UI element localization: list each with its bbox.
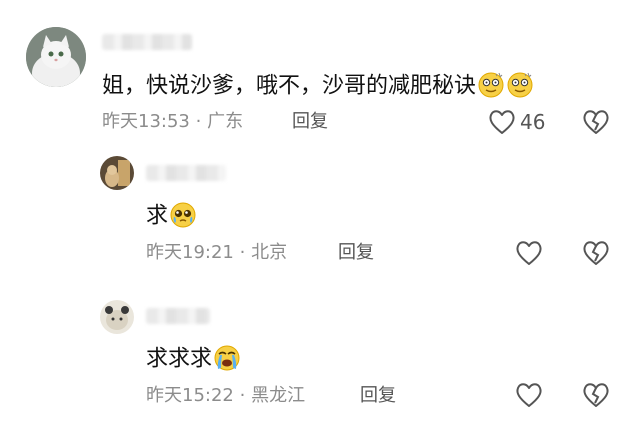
comment-meta: 昨天15:22 · 黑龙江 bbox=[146, 387, 305, 405]
comment-meta: 昨天19:21 · 北京 bbox=[146, 244, 287, 262]
location: 北京 bbox=[251, 242, 288, 263]
cat-avatar-image bbox=[26, 27, 86, 87]
cat-avatar-image bbox=[100, 300, 134, 334]
comment-body: 求求求 bbox=[146, 346, 213, 372]
location: 黑龙江 bbox=[251, 385, 306, 406]
timestamp: 昨天13:53 bbox=[102, 111, 190, 132]
avatar[interactable] bbox=[100, 300, 134, 334]
username-redacted[interactable] bbox=[102, 34, 192, 50]
separator-dot: · bbox=[195, 111, 202, 132]
timestamp: 昨天15:22 bbox=[146, 385, 234, 406]
reply-button[interactable]: 回复 bbox=[292, 113, 328, 131]
avatar[interactable] bbox=[26, 27, 86, 87]
comment-body: 姐，快说沙爹，哦不，沙哥的减肥秘诀 bbox=[102, 73, 477, 99]
location: 广东 bbox=[207, 111, 244, 132]
comment-text: 求 bbox=[146, 200, 197, 233]
loudly-crying-face-emoji-icon bbox=[213, 343, 241, 376]
broken-heart-icon[interactable] bbox=[582, 240, 610, 270]
heart-outline-icon[interactable] bbox=[515, 382, 543, 412]
pleading-face-emoji-icon bbox=[169, 200, 197, 233]
timestamp: 昨天19:21 bbox=[146, 242, 234, 263]
username-redacted[interactable] bbox=[146, 308, 210, 324]
like-count: 46 bbox=[520, 110, 546, 134]
broken-heart-icon[interactable] bbox=[582, 382, 610, 412]
comment-meta: 昨天13:53 · 广东 bbox=[102, 113, 243, 131]
username-redacted[interactable] bbox=[146, 165, 226, 181]
separator-dot: · bbox=[239, 242, 246, 263]
comment-text: 姐，快说沙爹，哦不，沙哥的减肥秘诀 bbox=[102, 70, 534, 103]
comment-body: 求 bbox=[146, 203, 169, 229]
broken-heart-icon[interactable] bbox=[582, 109, 610, 139]
dizzy-face-emoji-icon bbox=[477, 70, 505, 103]
avatar[interactable] bbox=[100, 156, 134, 190]
comment-text: 求求求 bbox=[146, 343, 241, 376]
reply-button[interactable]: 回复 bbox=[360, 387, 396, 405]
separator-dot: · bbox=[239, 385, 246, 406]
dizzy-face-emoji-icon bbox=[506, 70, 534, 103]
heart-outline-icon[interactable] bbox=[515, 240, 543, 270]
heart-outline-icon[interactable] bbox=[488, 109, 516, 139]
cat-avatar-image bbox=[100, 156, 134, 190]
reply-button[interactable]: 回复 bbox=[338, 244, 374, 262]
